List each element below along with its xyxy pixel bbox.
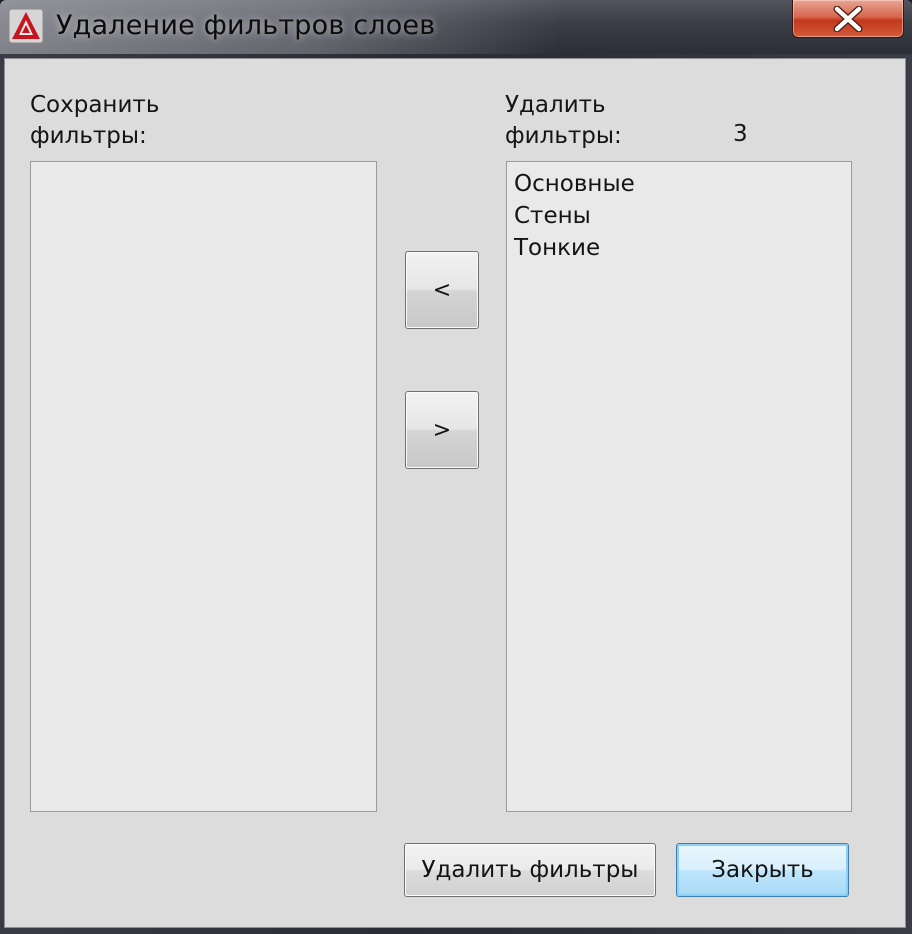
close-window-button[interactable] [792,0,904,38]
window-title: Удаление фильтров слоев [56,10,436,41]
close-button[interactable]: Закрыть [676,843,849,897]
move-left-button[interactable]: < [405,251,479,329]
keep-filters-label-line1: Сохранить [30,92,160,118]
delete-filters-label: Удалить фильтры: [505,90,622,152]
move-right-button[interactable]: > [405,391,479,469]
delete-filters-listbox[interactable]: Основные Стены Тонкие [506,161,852,812]
list-item[interactable]: Основные [507,168,851,200]
list-item[interactable]: Стены [507,200,851,232]
delete-filters-label-line2: фильтры: [505,123,622,149]
title-bar[interactable]: Удаление фильтров слоев [0,0,912,54]
keep-filters-listbox[interactable] [30,161,377,812]
close-icon [833,6,863,32]
list-item[interactable]: Тонкие [507,232,851,264]
dialog-window: Удаление фильтров слоев Сохранить фильтр… [0,0,912,934]
delete-filters-button[interactable]: Удалить фильтры [404,843,656,897]
keep-filters-label-line2: фильтры: [30,123,147,149]
dialog-client-area: Сохранить фильтры: < > Удалить фильтры: … [4,58,906,928]
delete-filters-label-line1: Удалить [505,92,606,118]
keep-filters-label: Сохранить фильтры: [30,90,159,152]
delete-filters-count: 3 [733,121,748,147]
autocad-logo-icon[interactable] [8,8,44,44]
